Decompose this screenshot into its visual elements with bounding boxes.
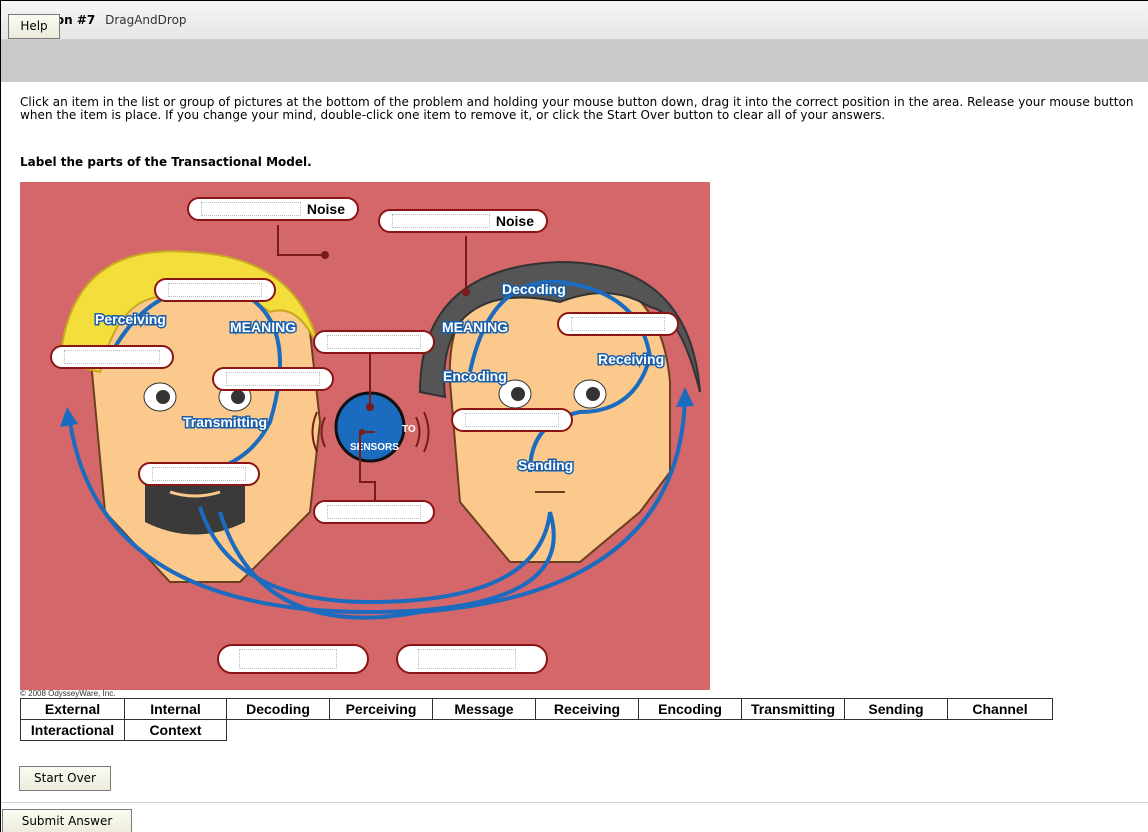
bottom-bar [1,802,1148,832]
drop-slot-2[interactable] [557,312,679,336]
word-external[interactable]: External [20,698,125,720]
drop-slot-8[interactable] [313,500,435,524]
drop-slot-1[interactable] [154,278,276,302]
question-type: DragAndDrop [105,13,187,27]
sensors-label: SENSORS [350,442,399,453]
arrow-head-left [60,407,78,427]
diagram-illustration: TO SENSORS Perceiving MEANING Transmitti… [58,225,701,620]
toolbar [1,40,1148,82]
label-meaning-left: MEANING [230,319,296,335]
word-channel[interactable]: Channel [947,698,1053,720]
word-context[interactable]: Context [124,719,227,741]
word-decoding[interactable]: Decoding [226,698,330,720]
start-over-button[interactable]: Start Over [19,766,111,791]
drop-slot-5[interactable] [212,367,334,391]
drop-slot-4[interactable] [313,330,435,354]
label-meaning-right: MEANING [442,319,508,335]
instructions-text: Click an item in the list or group of pi… [20,95,1134,122]
drop-slot-9[interactable] [217,644,369,674]
drop-slot-10[interactable] [396,644,548,674]
noise-label-left: Noise [306,201,345,217]
label-transmitting: Transmitting [183,414,267,430]
word-transmitting[interactable]: Transmitting [741,698,845,720]
question-prompt: Label the parts of the Transactional Mod… [20,155,312,169]
word-interactional[interactable]: Interactional [20,719,125,741]
label-receiving: Receiving [598,351,664,367]
help-button[interactable]: Help [8,14,60,39]
drop-slot-3[interactable] [50,345,174,369]
word-internal[interactable]: Internal [124,698,227,720]
to-label: TO [402,424,416,435]
drop-slot-noise-left[interactable]: Noise [187,197,359,221]
transactional-model-diagram: TO SENSORS Perceiving MEANING Transmitti… [20,182,710,690]
question-header: Question #7 DragAndDrop [1,1,1148,40]
word-perceiving[interactable]: Perceiving [329,698,433,720]
drop-slot-6[interactable] [451,408,573,432]
drop-slot-7[interactable] [138,462,260,486]
noise-label-right: Noise [495,213,534,229]
label-encoding: Encoding [443,368,507,384]
word-message[interactable]: Message [432,698,536,720]
copyright-text: © 2008 OdysseyWare, Inc. [20,689,116,698]
word-encoding[interactable]: Encoding [638,698,742,720]
word-sending[interactable]: Sending [844,698,948,720]
label-sending: Sending [518,457,573,473]
drop-slot-noise-right[interactable]: Noise [378,209,548,233]
submit-answer-button[interactable]: Submit Answer [2,809,132,832]
label-perceiving: Perceiving [95,311,166,327]
label-decoding: Decoding [502,281,566,297]
arrow-head-right [676,387,694,407]
word-receiving[interactable]: Receiving [535,698,639,720]
